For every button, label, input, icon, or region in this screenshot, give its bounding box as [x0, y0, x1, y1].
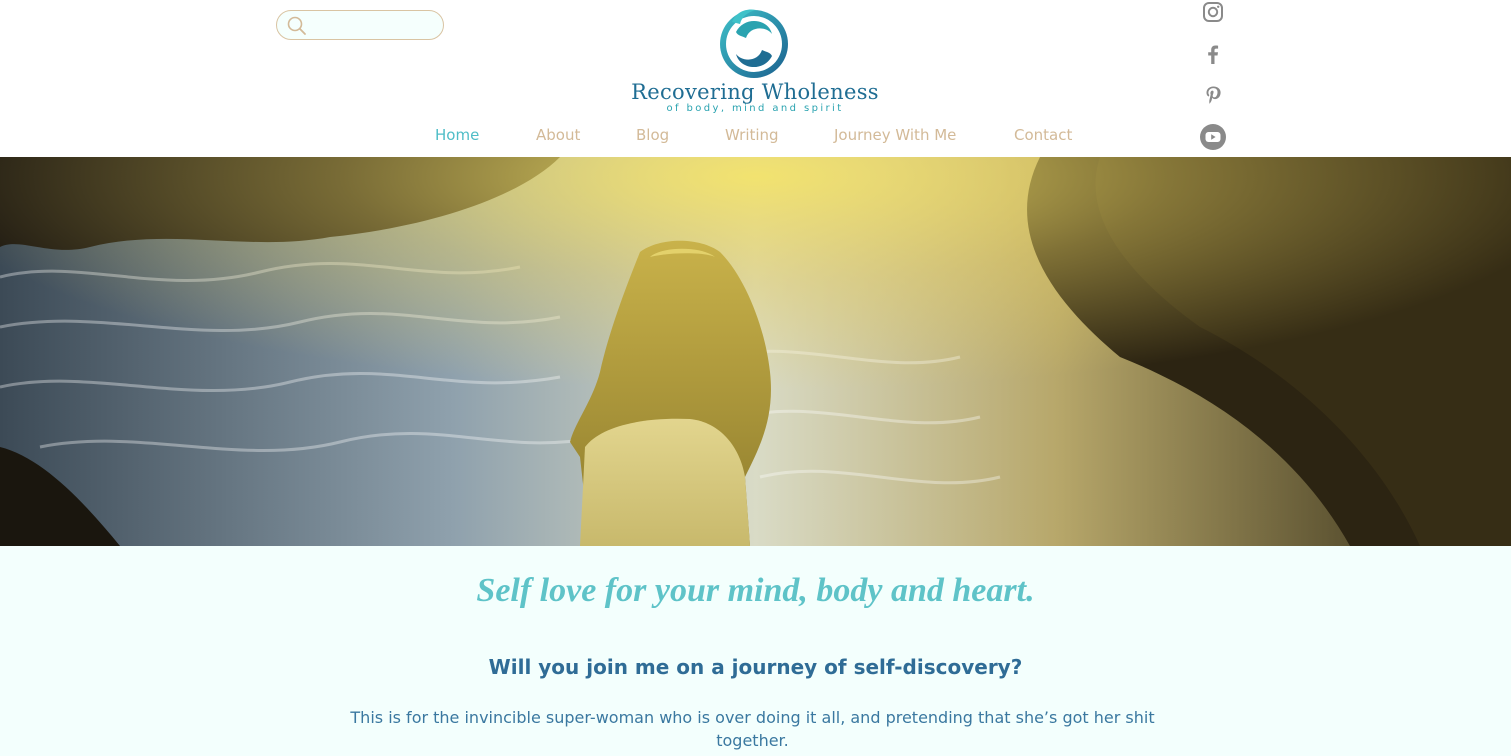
dolphin-logo-icon [716, 4, 792, 80]
search-icon[interactable] [287, 16, 307, 36]
instagram-icon[interactable] [1198, 0, 1228, 27]
facebook-icon[interactable] [1198, 39, 1228, 69]
nav-home[interactable]: Home [435, 126, 479, 144]
search-box[interactable] [276, 10, 444, 40]
intro-headline: Self love for your mind, body and heart. [476, 572, 1035, 609]
intro-body: This is for the invincible super-woman w… [350, 708, 1155, 750]
main-nav: Home About Blog Writing Journey With Me … [0, 126, 1511, 146]
nav-writing[interactable]: Writing [725, 126, 779, 144]
brand-name: Recovering Wholeness [631, 80, 879, 104]
site-logo[interactable]: Recovering Wholeness of body, mind and s… [620, 4, 890, 116]
youtube-icon[interactable] [1198, 122, 1228, 152]
site-header: Recovering Wholeness of body, mind and s… [0, 0, 1511, 157]
pinterest-icon[interactable] [1198, 80, 1228, 110]
nav-journey-with-me[interactable]: Journey With Me [834, 126, 956, 144]
nav-about[interactable]: About [536, 126, 580, 144]
intro-section: Self love for your mind, body and heart.… [0, 546, 1511, 756]
nav-contact[interactable]: Contact [1014, 126, 1072, 144]
brand-tagline: of body, mind and spirit [666, 103, 844, 114]
hero-image [0, 157, 1511, 546]
intro-subhead: Will you join me on a journey of self-di… [488, 655, 1023, 679]
search-input[interactable] [313, 15, 433, 35]
nav-blog[interactable]: Blog [636, 126, 669, 144]
